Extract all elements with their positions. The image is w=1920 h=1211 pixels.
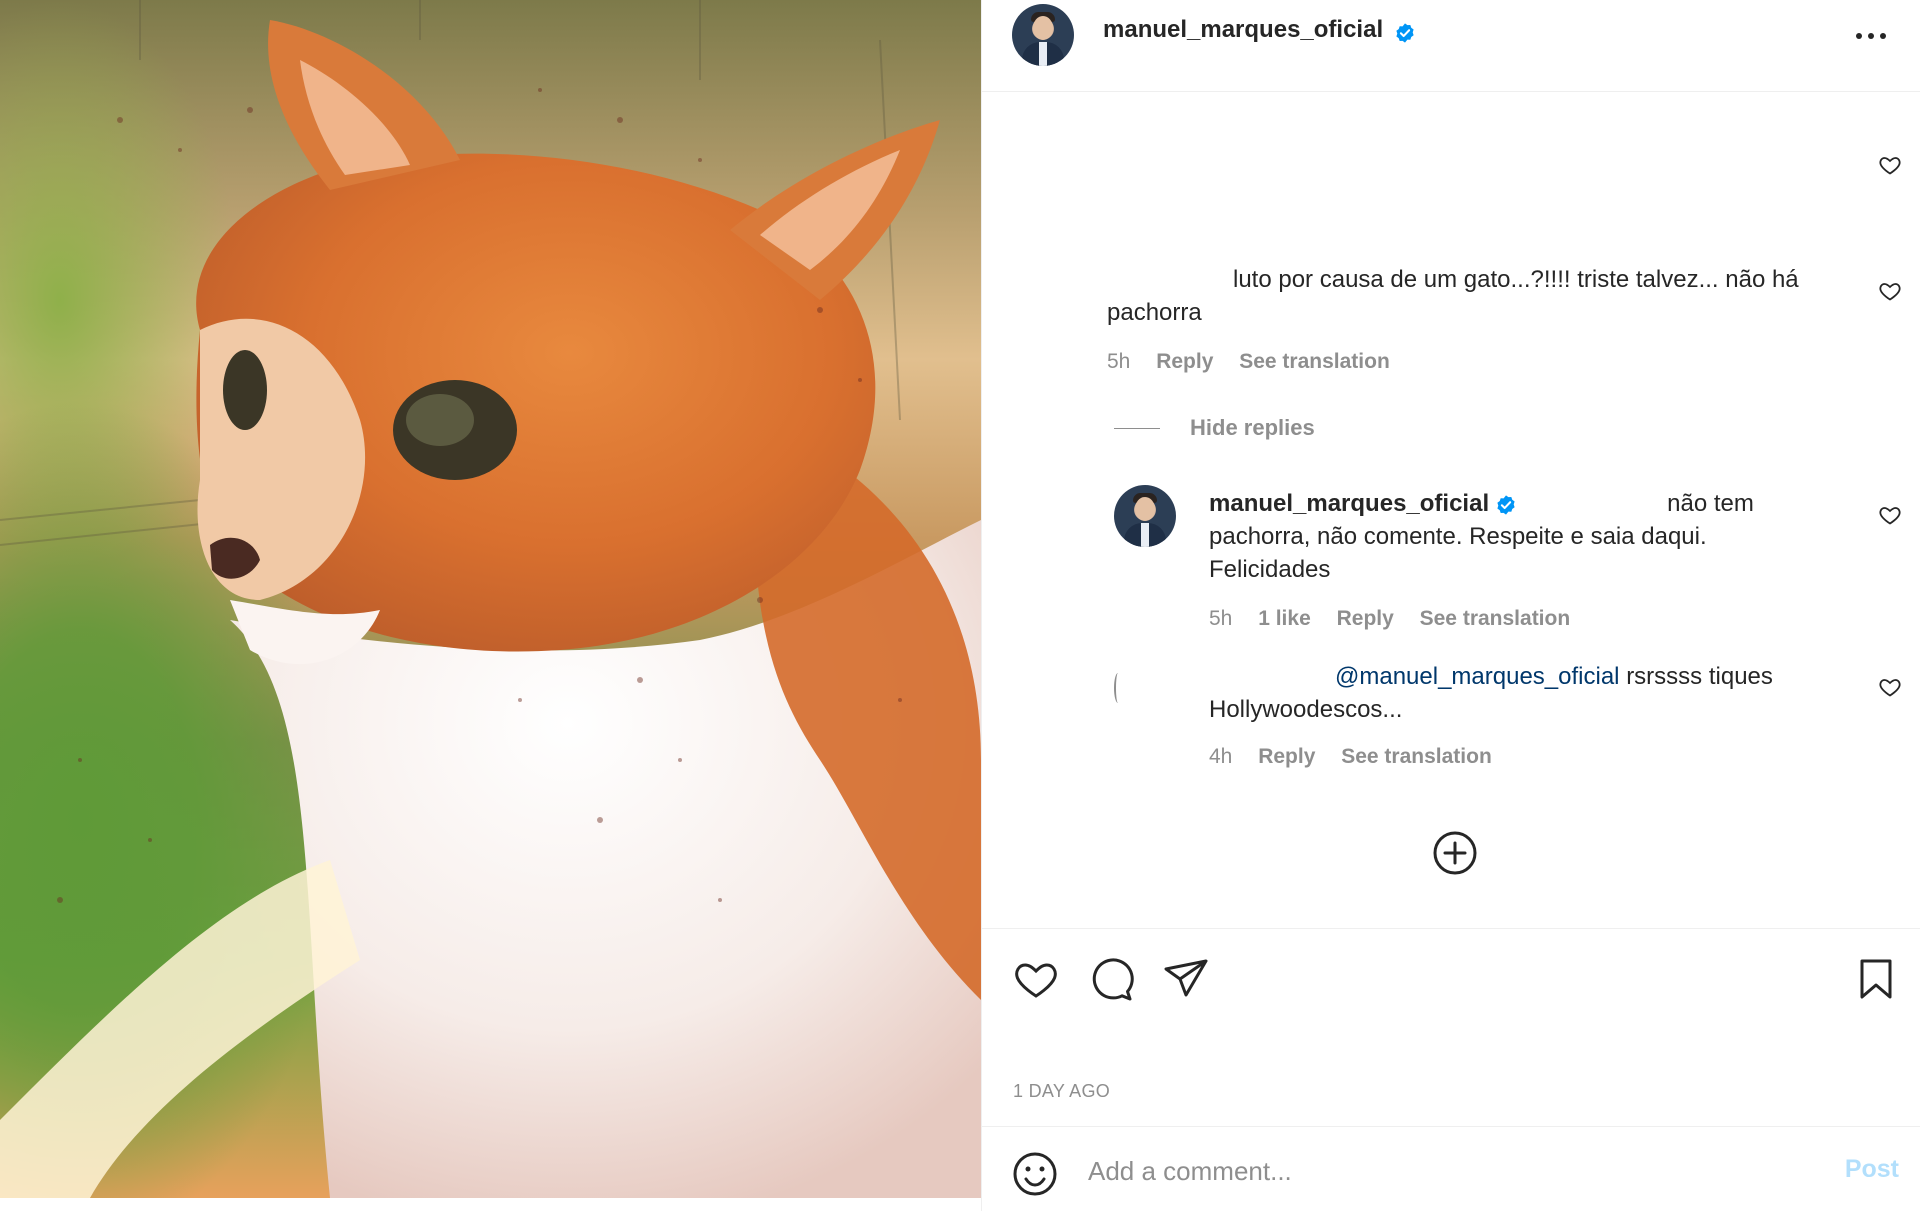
more-icon[interactable] [1851, 22, 1891, 50]
post-date: 1 DAY AGO [1013, 1081, 1111, 1101]
comments-list: luto por causa de um gato...?!!!! triste… [982, 93, 1920, 928]
author-username[interactable]: manuel_marques_oficial [1103, 16, 1383, 43]
comment-meta: 5h Reply See translation [1107, 350, 1410, 374]
heart-icon[interactable] [1878, 153, 1902, 177]
reply-meta: 4h Reply See translation [1209, 745, 1512, 769]
reply-meta: 5h 1 like Reply See translation [1209, 607, 1590, 631]
comment-input[interactable] [1088, 1147, 1788, 1195]
reply-like-heart-icon[interactable] [1878, 675, 1902, 699]
reply-button[interactable]: Reply [1258, 745, 1315, 768]
see-translation-button[interactable]: See translation [1420, 607, 1571, 630]
reply-time: 5h [1209, 607, 1233, 630]
post-detail-panel: manuel_marques_oficial luto por causa de… [981, 0, 1920, 1211]
reply-button[interactable]: Reply [1337, 607, 1394, 630]
verified-badge-icon [1395, 23, 1414, 43]
reply-author-avatar[interactable] [1114, 485, 1176, 547]
reply-author-avatar-partial[interactable] [1114, 673, 1122, 703]
see-translation-button[interactable]: See translation [1341, 745, 1492, 768]
post-image[interactable] [0, 0, 981, 1198]
author-name-row: manuel_marques_oficial [1103, 16, 1416, 44]
hide-replies-line [1114, 427, 1160, 429]
plus-circle-icon[interactable] [1432, 830, 1478, 876]
post-actions: 1 DAY AGO Post [982, 928, 1920, 1211]
bookmark-icon[interactable] [1852, 955, 1900, 1003]
comment-icon[interactable] [1087, 955, 1135, 1003]
see-translation-button[interactable]: See translation [1239, 350, 1390, 373]
emoji-icon[interactable] [1012, 1151, 1058, 1197]
reply-button[interactable]: Reply [1156, 350, 1213, 373]
heart-icon[interactable] [1012, 955, 1060, 1003]
verified-badge-icon [1497, 495, 1515, 515]
reply-likes-count[interactable]: 1 like [1258, 607, 1311, 630]
hide-replies-button[interactable]: Hide replies [1114, 415, 1315, 441]
mention-link[interactable]: @manuel_marques_oficial [1335, 663, 1620, 690]
hide-replies-label: Hide replies [1190, 415, 1315, 440]
post-header: manuel_marques_oficial [982, 0, 1920, 92]
reply-text-block: @manuel_marques_oficial rsrssss tiques H… [1209, 660, 1839, 726]
comment-text: luto por causa de um gato...?!!!! triste… [1107, 266, 1799, 326]
reply-text-block: manuel_marques_oficial não tem pachorra,… [1209, 487, 1809, 586]
reply-like-heart-icon[interactable] [1878, 503, 1902, 527]
reply-author-username[interactable]: manuel_marques_oficial [1209, 490, 1489, 517]
comment-like-heart-icon[interactable] [1878, 279, 1902, 303]
share-icon[interactable] [1162, 955, 1210, 1003]
author-avatar[interactable] [1012, 4, 1074, 66]
post-button[interactable]: Post [1845, 1155, 1899, 1184]
cat-illustration [0, 0, 981, 1198]
reply-time: 4h [1209, 745, 1233, 768]
add-comment-bar: Post [982, 1126, 1920, 1211]
comment-time: 5h [1107, 350, 1131, 373]
